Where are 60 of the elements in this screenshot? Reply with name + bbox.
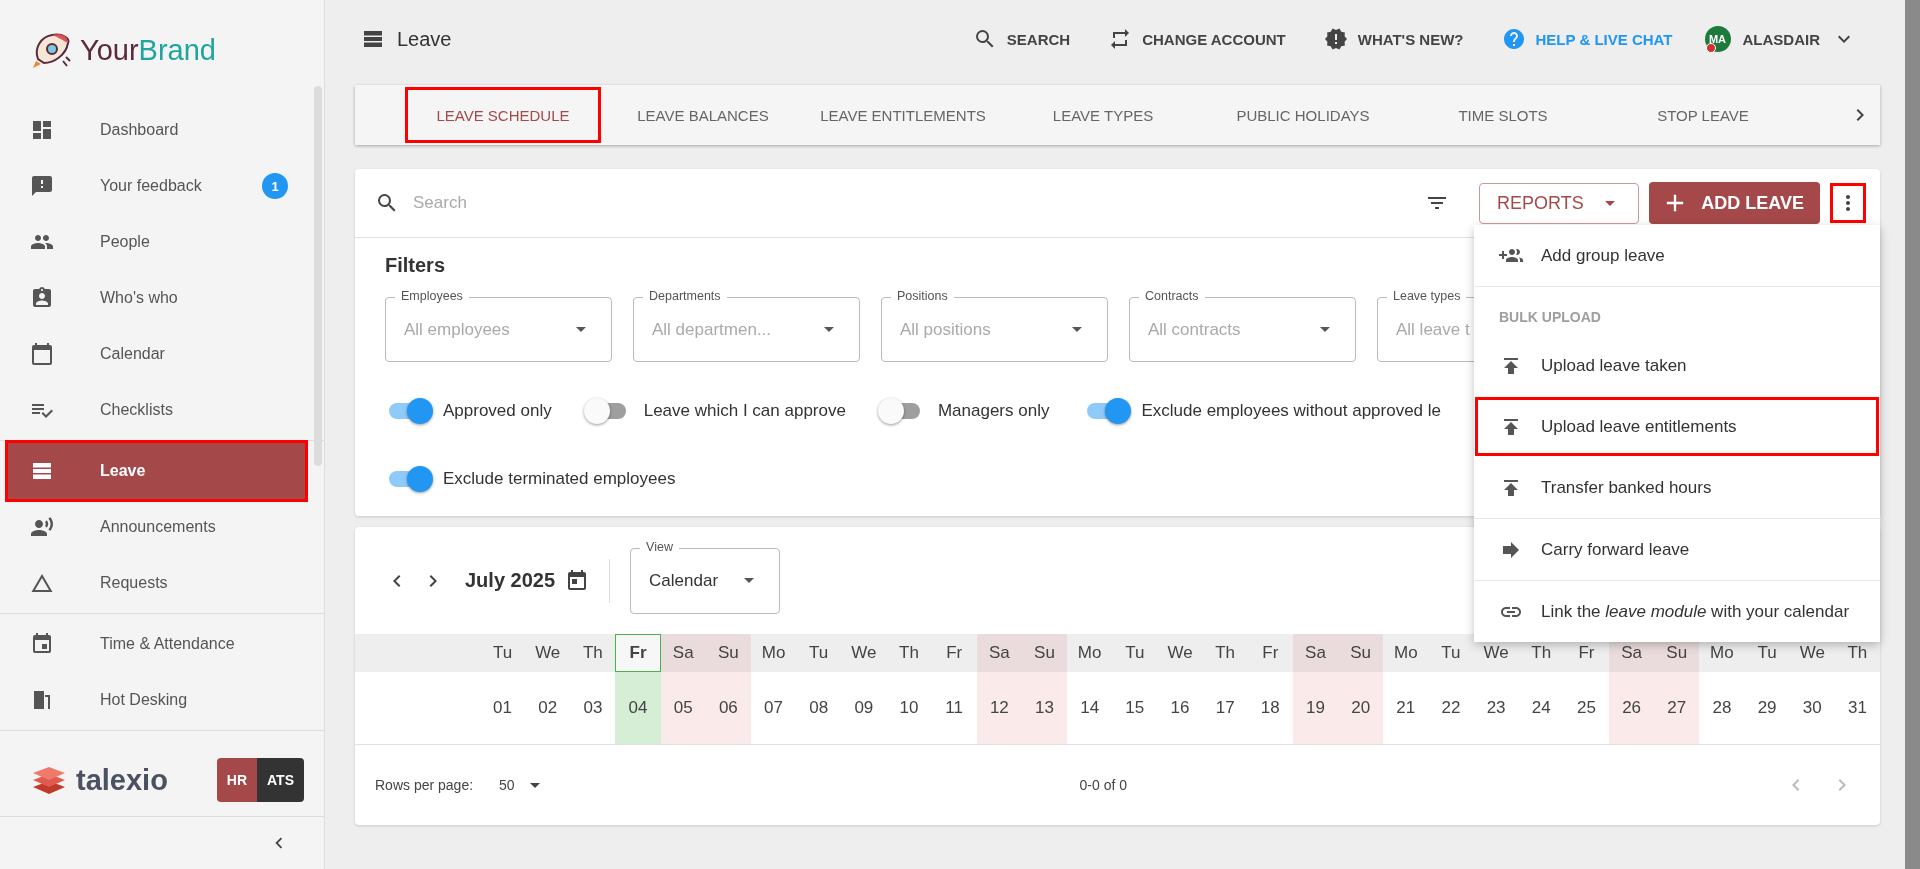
weekday-header: Mo bbox=[1067, 634, 1113, 672]
date-cell: 05 bbox=[660, 672, 706, 745]
date-cell: 16 bbox=[1157, 672, 1203, 745]
date-cell: 12 bbox=[976, 672, 1022, 745]
count-badge: 1 bbox=[262, 173, 288, 199]
date-cell: 15 bbox=[1112, 672, 1158, 745]
date-cell: 19 bbox=[1292, 672, 1339, 745]
date-cell: 13 bbox=[1021, 672, 1068, 745]
product-name: talexio bbox=[76, 763, 168, 797]
date-cell: 02 bbox=[525, 672, 571, 745]
date-cell: 01 bbox=[480, 672, 526, 745]
weekday-header: Su bbox=[1021, 634, 1068, 672]
weekday-header: Tu bbox=[1112, 634, 1158, 672]
weekday-header: Sa bbox=[660, 634, 706, 672]
weekday-header: Fr bbox=[615, 634, 661, 672]
brand-name: YourBrand bbox=[80, 33, 216, 67]
date-cell: 21 bbox=[1383, 672, 1429, 745]
weekday-header: Fr bbox=[1247, 634, 1293, 672]
weekday-header: Tu bbox=[796, 634, 842, 672]
date-cell: 17 bbox=[1202, 672, 1248, 745]
weekday-header: Tu bbox=[1428, 634, 1474, 672]
date-cell: 30 bbox=[1789, 672, 1835, 745]
date-cell: 24 bbox=[1518, 672, 1564, 745]
date-cell: 20 bbox=[1338, 672, 1384, 745]
date-cell: 04 bbox=[615, 672, 661, 745]
date-cell: 07 bbox=[750, 672, 797, 745]
date-cell: 06 bbox=[705, 672, 751, 745]
date-cell: 14 bbox=[1067, 672, 1113, 745]
weekday-header: We bbox=[841, 634, 887, 672]
page-title: Leave bbox=[397, 27, 452, 51]
date-cell: 22 bbox=[1428, 672, 1474, 745]
weekday-header: We bbox=[1157, 634, 1203, 672]
date-cell: 29 bbox=[1744, 672, 1790, 745]
weekday-header: Mo bbox=[750, 634, 797, 672]
rows-per-page-label: Rows per page: bbox=[375, 777, 474, 793]
date-cell: 26 bbox=[1609, 672, 1655, 745]
date-cell: 10 bbox=[886, 672, 932, 745]
weekday-header: Th bbox=[1202, 634, 1248, 672]
date-cell: 09 bbox=[841, 672, 887, 745]
date-cell: 08 bbox=[796, 672, 842, 745]
weekday-header: Mo bbox=[1383, 634, 1429, 672]
weekday-header: We bbox=[525, 634, 571, 672]
weekday-header: Su bbox=[1338, 634, 1384, 672]
date-cell: 11 bbox=[931, 672, 977, 745]
date-cell: 18 bbox=[1247, 672, 1293, 745]
weekday-header: Th bbox=[886, 634, 932, 672]
weekday-header: Fr bbox=[931, 634, 977, 672]
menu-section-heading: BULK UPLOAD bbox=[1498, 308, 1602, 327]
weekday-header: Sa bbox=[976, 634, 1022, 672]
page-range: 0-0 of 0 bbox=[1079, 777, 1128, 793]
date-cell: 31 bbox=[1834, 672, 1880, 745]
filters-heading: Filters bbox=[385, 254, 446, 277]
date-cell: 28 bbox=[1699, 672, 1745, 745]
weekday-header: Th bbox=[570, 634, 616, 672]
date-cell: 23 bbox=[1473, 672, 1519, 745]
month-label: July 2025 bbox=[465, 569, 556, 592]
weekday-header: Sa bbox=[1292, 634, 1339, 672]
date-cell: 27 bbox=[1654, 672, 1700, 745]
weekday-header: Tu bbox=[480, 634, 526, 672]
weekday-header: Su bbox=[705, 634, 751, 672]
